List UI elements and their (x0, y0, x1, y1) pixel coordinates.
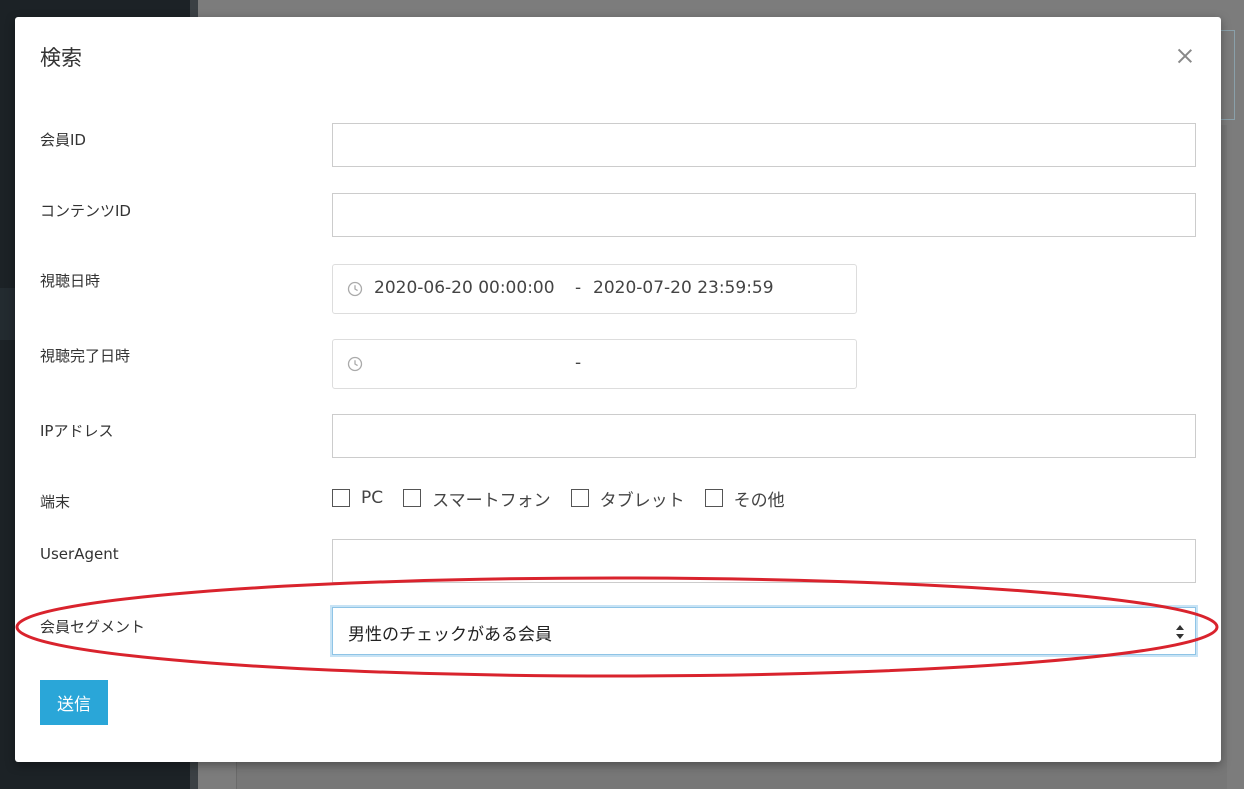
member-id-input[interactable] (332, 123, 1196, 167)
member-segment-label: 会員セグメント (40, 618, 146, 636)
view-datetime-start: 2020-06-20 00:00:00 (374, 278, 555, 298)
checkbox-label: スマートフォン (432, 490, 551, 511)
content-id-label: コンテンツID (40, 202, 131, 220)
device-checkbox-smartphone[interactable]: スマートフォン (403, 486, 551, 511)
device-checkbox-other[interactable]: その他 (704, 486, 785, 511)
content-id-input[interactable] (332, 193, 1196, 237)
user-agent-label: UserAgent (40, 545, 119, 563)
view-complete-datetime-label: 視聴完了日時 (40, 347, 131, 365)
device-checkbox-pc[interactable]: PC (332, 488, 383, 508)
clock-icon (347, 281, 363, 297)
view-complete-datetime-separator: - (575, 353, 582, 373)
ip-address-input[interactable] (332, 414, 1196, 458)
view-complete-datetime-range-input[interactable]: - (332, 339, 857, 389)
checkbox-label: タブレット (599, 490, 685, 511)
device-checkbox-tablet[interactable]: タブレット (570, 486, 685, 511)
search-modal: 検索 会員ID コンテンツID 視聴日時 2020-06-20 00:00:00… (15, 17, 1221, 762)
select-arrows-icon (1176, 625, 1184, 639)
submit-button[interactable]: 送信 (40, 680, 108, 725)
checkbox-box[interactable] (704, 489, 723, 507)
member-segment-selected-value: 男性のチェックがある会員 (348, 625, 552, 645)
member-id-label: 会員ID (40, 131, 86, 149)
checkbox-label: PC (361, 488, 384, 508)
ip-address-label: IPアドレス (40, 422, 114, 440)
member-segment-select[interactable]: 男性のチェックがある会員 (332, 607, 1196, 655)
view-datetime-end: 2020-07-20 23:59:59 (593, 278, 774, 298)
device-checkbox-group: PC スマートフォン タブレット その他 (332, 486, 805, 511)
checkbox-box[interactable] (332, 489, 350, 507)
close-icon[interactable] (1174, 45, 1196, 67)
checkbox-box[interactable] (403, 489, 422, 507)
clock-icon (347, 356, 363, 372)
device-label: 端末 (40, 493, 71, 511)
modal-title: 検索 (40, 46, 82, 70)
user-agent-input[interactable] (332, 539, 1196, 583)
view-datetime-range-input[interactable]: 2020-06-20 00:00:00 - 2020-07-20 23:59:5… (332, 264, 857, 314)
view-datetime-label: 視聴日時 (40, 272, 101, 290)
checkbox-label: その他 (733, 490, 785, 511)
view-datetime-separator: - (575, 278, 582, 298)
checkbox-box[interactable] (570, 489, 589, 507)
